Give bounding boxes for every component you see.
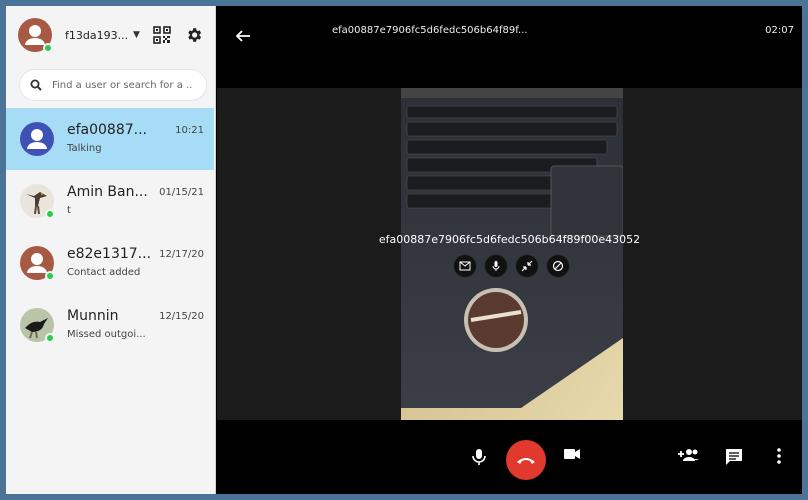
search-icon <box>30 76 42 95</box>
conversation-item[interactable]: Munnin Missed outgoi... 12/15/20 <box>6 294 214 356</box>
qr-code-icon[interactable] <box>152 25 172 45</box>
conversation-name: e82e1317... <box>67 246 152 262</box>
person-icon <box>20 122 54 156</box>
presence-indicator <box>43 43 53 53</box>
person-add-icon[interactable] <box>677 448 699 462</box>
presence-indicator <box>45 271 55 281</box>
conversation-item[interactable]: efa00887... Talking 10:21 <box>6 108 214 170</box>
conversation-last-message: Contact added <box>67 267 141 278</box>
conversation-item[interactable]: e82e1317... Contact added 12/17/20 <box>6 232 214 294</box>
sidebar: f13da193... ▼ Find a user or search for … <box>6 6 216 494</box>
arrow-left-icon[interactable] <box>235 28 251 48</box>
search-box[interactable] <box>20 70 206 100</box>
conversation-name: Amin Ban... <box>67 184 148 200</box>
conversation-time: 12/17/20 <box>159 249 204 260</box>
conversation-last-message: Missed outgoi... <box>67 329 146 340</box>
presence-indicator <box>45 209 55 219</box>
conversation-last-message: t <box>67 205 71 216</box>
conversation-name: Munnin <box>67 308 119 324</box>
conversation-status: Talking <box>67 143 102 154</box>
call-controls <box>217 420 802 494</box>
conversation-time: 01/15/21 <box>159 187 204 198</box>
presence-indicator <box>45 333 55 343</box>
contact-avatar <box>20 308 55 343</box>
minimize-icon[interactable] <box>515 254 539 278</box>
account-header: f13da193... ▼ <box>6 6 215 64</box>
more-vertical-icon[interactable] <box>777 448 781 464</box>
search-input[interactable] <box>52 79 192 91</box>
contact-avatar <box>20 122 54 156</box>
contact-avatar <box>20 184 55 219</box>
contact-avatar <box>20 246 55 281</box>
account-avatar[interactable] <box>18 18 53 53</box>
call-view: efa00887e7906fc5d6fedc506b64f89f... 02:0… <box>217 6 802 494</box>
conversation-item[interactable]: Amin Ban... t 01/15/21 <box>6 170 214 232</box>
call-peer-name: efa00887e7906fc5d6fedc506b64f89f00e43052 <box>378 233 641 246</box>
video-stage: efa00887e7906fc5d6fedc506b64f89f00e43052 <box>217 88 802 420</box>
video-overlay-controls <box>453 254 570 278</box>
microphone-icon[interactable] <box>471 448 487 466</box>
video-camera-icon[interactable] <box>563 448 581 460</box>
call-peer-id: efa00887e7906fc5d6fedc506b64f89f... <box>332 25 528 36</box>
block-icon[interactable] <box>546 254 570 278</box>
picture-in-picture-icon[interactable] <box>453 254 477 278</box>
conversation-name: efa00887... <box>67 122 148 138</box>
microphone-icon[interactable] <box>484 254 508 278</box>
call-header: efa00887e7906fc5d6fedc506b64f89f... 02:0… <box>217 6 802 88</box>
conversation-time: 10:21 <box>175 125 204 136</box>
phone-hangup-icon[interactable] <box>506 440 546 480</box>
gear-icon[interactable] <box>184 25 204 45</box>
conversation-time: 12/15/20 <box>159 311 204 322</box>
call-timer: 02:07 <box>765 25 794 36</box>
account-name[interactable]: f13da193... <box>65 29 127 42</box>
chevron-down-icon[interactable]: ▼ <box>133 30 140 40</box>
chat-icon[interactable] <box>725 448 743 466</box>
